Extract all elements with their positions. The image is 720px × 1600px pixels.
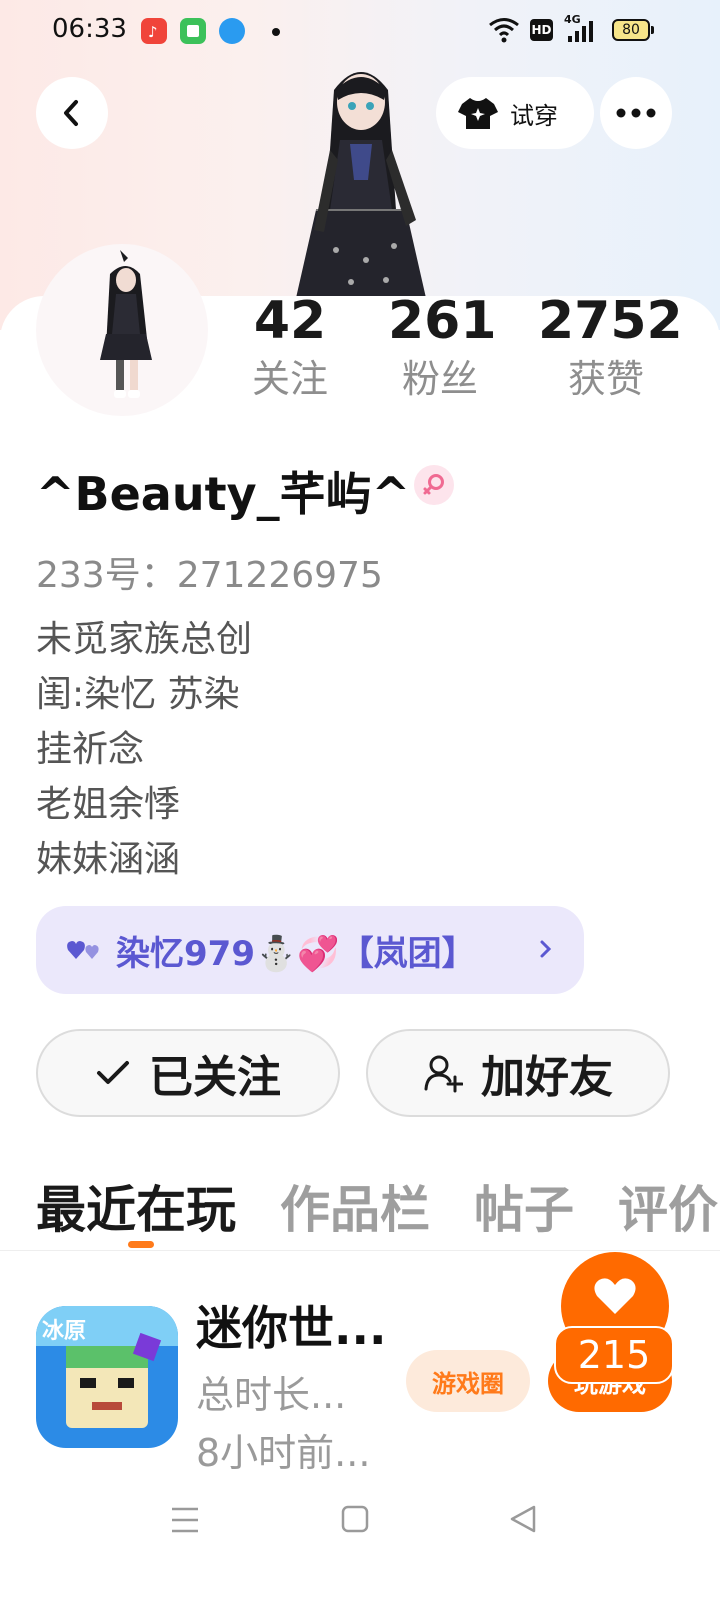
system-navigation-bar xyxy=(0,1490,720,1550)
stat-fans[interactable]: 261 粉丝 xyxy=(388,290,497,404)
bio-line: 未觅家族总创 xyxy=(36,619,253,660)
shirt-icon xyxy=(458,98,498,129)
bio-line: 挂祈念 xyxy=(36,729,145,770)
stat-following[interactable]: 42 关注 xyxy=(248,290,332,404)
profile-name: ^Beauty_芊屿^ xyxy=(36,467,411,521)
stat-likes[interactable]: 2752 获赞 xyxy=(538,290,683,404)
back-button[interactable] xyxy=(36,77,108,149)
clan-label: 染忆979⛄💞【岚团】 xyxy=(116,933,476,974)
following-label: 关注 xyxy=(251,357,328,401)
female-icon xyxy=(414,465,454,505)
fans-label: 粉丝 xyxy=(401,357,478,401)
tab-indicator xyxy=(128,1241,154,1248)
bio-line: 老姐余悸 xyxy=(36,784,181,825)
game-icon[interactable]: 冰原 xyxy=(36,1306,178,1448)
svg-text:♪: ♪ xyxy=(148,23,158,41)
following-button[interactable]: 已关注 xyxy=(36,1029,340,1117)
likes-label: 获赞 xyxy=(567,357,644,401)
status-time: 06:33 xyxy=(52,14,127,44)
tab-recent-play[interactable]: 最近在玩 xyxy=(36,1170,236,1242)
bio-line: 闺:染忆 苏染 xyxy=(36,674,240,715)
try-on-button[interactable]: 试穿 xyxy=(436,77,594,149)
hd-badge: HD xyxy=(530,19,553,41)
character-model-image xyxy=(296,72,426,298)
menu-icon[interactable] xyxy=(170,1506,200,1534)
check-icon xyxy=(97,1061,129,1084)
following-button-label: 已关注 xyxy=(149,1052,281,1103)
status-bar: 06:33 ♪ HD 4G 80 xyxy=(0,0,720,64)
wifi-icon xyxy=(489,18,519,43)
back-nav-icon[interactable] xyxy=(508,1504,538,1534)
fans-count: 261 xyxy=(388,291,497,351)
clan-badge-button[interactable]: 染忆979⛄💞【岚团】 xyxy=(36,906,584,994)
bio-line: 妹妹涵涵 xyxy=(36,839,181,880)
add-friend-label: 加好友 xyxy=(481,1052,613,1103)
more-dots-icon xyxy=(616,108,656,118)
music-app-icon: ♪ xyxy=(141,18,167,44)
add-friend-button[interactable]: 加好友 xyxy=(366,1029,670,1117)
user-id: 233号：271226975 xyxy=(36,555,383,596)
likes-count: 2752 xyxy=(538,291,683,351)
more-button[interactable] xyxy=(600,77,672,149)
tab-works[interactable]: 作品栏 xyxy=(280,1170,430,1242)
avatar-character-image xyxy=(100,250,152,398)
game-total-time: 总时长... xyxy=(196,1373,347,1417)
back-arrow-icon xyxy=(64,100,78,126)
signal-icon xyxy=(568,21,593,42)
game-icon-label: 冰原 xyxy=(42,1319,86,1344)
notification-dot xyxy=(272,28,280,36)
hearts-icon xyxy=(67,941,99,959)
mini-world-game-icon: 冰原 xyxy=(36,1306,178,1448)
battery-indicator: 80 xyxy=(612,19,654,41)
game-name: 迷你世... xyxy=(196,1301,387,1355)
avatar[interactable] xyxy=(36,244,208,416)
following-count: 42 xyxy=(253,291,327,351)
tab-reviews[interactable]: 评价 xyxy=(618,1170,718,1242)
home-icon[interactable] xyxy=(340,1504,370,1534)
heart-icon xyxy=(594,1278,636,1314)
blue-app-icon xyxy=(219,18,245,44)
add-friend-icon xyxy=(424,1055,463,1093)
chevron-right-icon xyxy=(540,940,552,958)
try-on-label: 试穿 xyxy=(510,101,558,130)
tabs-divider xyxy=(0,1250,720,1251)
green-app-icon xyxy=(180,18,206,44)
like-count: 215 xyxy=(554,1326,674,1384)
tab-posts[interactable]: 帖子 xyxy=(474,1170,574,1242)
game-last-played: 8小时前... xyxy=(196,1431,371,1475)
game-circle-button[interactable]: 游戏圈 xyxy=(406,1350,530,1412)
profile-tabs: 最近在玩 作品栏 帖子 评价 xyxy=(36,1170,720,1250)
profile-bio: 未觅家族总创 闺:染忆 苏染 挂祈念 老姐余悸 妹妹涵涵 xyxy=(36,612,252,887)
